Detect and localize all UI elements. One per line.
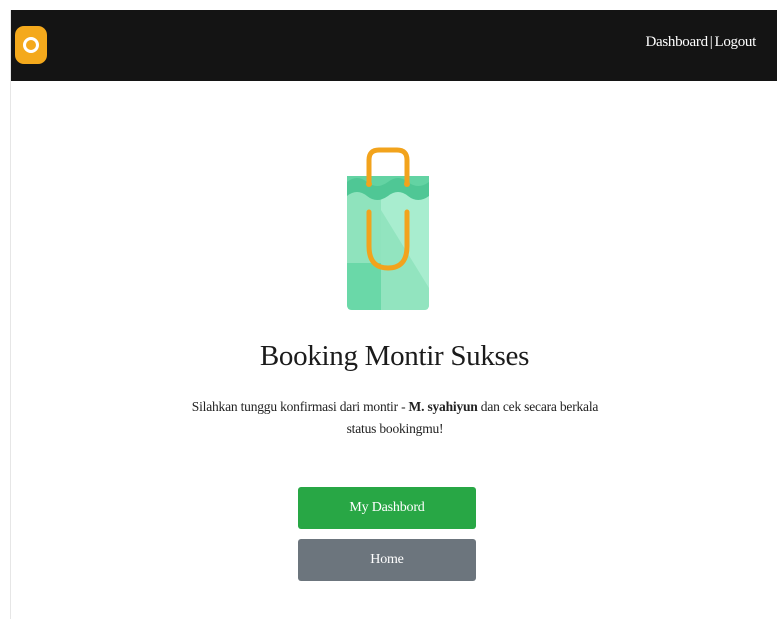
app-frame: Dashboard | Logout Booking Montir Sukses S… [10,10,777,619]
shopping-bag-icon [347,147,429,310]
top-navbar: Dashboard | Logout [11,10,777,81]
home-button[interactable]: Home [298,539,476,581]
nav-logout-link[interactable]: Logout [714,34,756,50]
nav-links: Dashboard | Logout [645,34,756,51]
page-title: Booking Montir Sukses [259,340,530,372]
brand-logo-icon[interactable] [15,26,47,64]
mechanic-name: M. syahiyun [408,399,478,414]
message-prefix: Silahkan tunggu konfirmasi dari montir - [191,399,409,414]
logo-ring [23,37,39,53]
confirmation-message: Silahkan tunggu konfirmasi dari montir -… [191,396,599,440]
nav-dashboard-link[interactable]: Dashboard [645,34,708,50]
my-dashboard-button[interactable]: My Dashbord [298,487,476,529]
